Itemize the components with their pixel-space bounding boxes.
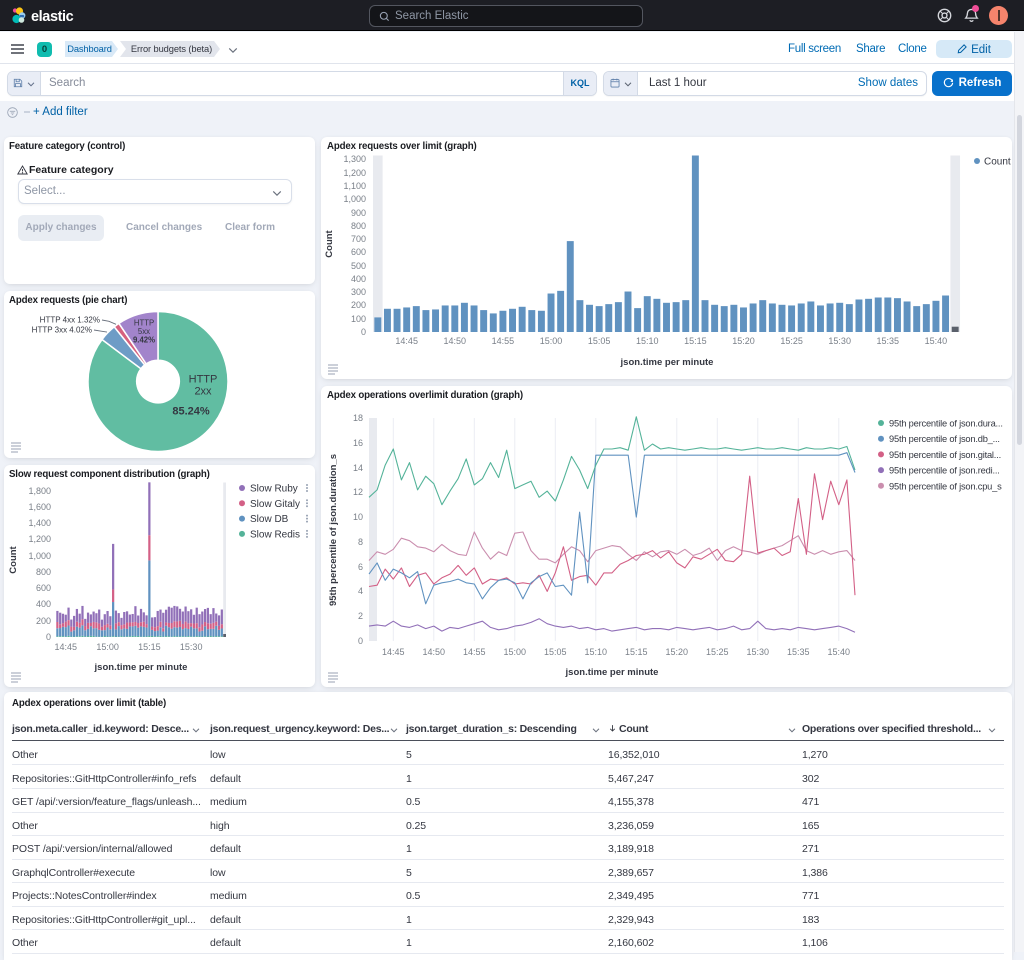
svg-text:200: 200 (36, 616, 51, 626)
svg-text:14:55: 14:55 (463, 647, 486, 657)
svg-text:95th percentile of json.durati: 95th percentile of json.duration_s (328, 454, 339, 606)
svg-text:300: 300 (351, 287, 366, 297)
svg-text:15:25: 15:25 (780, 336, 803, 346)
svg-text:100: 100 (351, 314, 366, 324)
svg-text:Count: Count (324, 229, 335, 257)
svg-text:json.time per minute: json.time per minute (565, 667, 659, 678)
svg-text:2: 2 (358, 611, 363, 621)
svg-text:15:40: 15:40 (828, 647, 851, 657)
svg-text:json.time per minute: json.time per minute (94, 662, 188, 673)
svg-text:85.24%: 85.24% (172, 406, 210, 418)
svg-text:14:45: 14:45 (395, 336, 418, 346)
svg-text:15:30: 15:30 (747, 647, 770, 657)
svg-text:15:20: 15:20 (666, 647, 689, 657)
svg-text:800: 800 (351, 221, 366, 231)
svg-text:15:35: 15:35 (877, 336, 900, 346)
svg-text:Count: Count (8, 545, 19, 573)
svg-text:15:15: 15:15 (684, 336, 707, 346)
svg-text:15:25: 15:25 (706, 647, 729, 657)
svg-text:400: 400 (351, 274, 366, 284)
svg-text:15:15: 15:15 (625, 647, 648, 657)
svg-text:Slow Ruby: Slow Ruby (250, 484, 298, 495)
svg-text:1,000: 1,000 (28, 551, 51, 561)
svg-text:15:30: 15:30 (180, 642, 203, 652)
svg-text:1,600: 1,600 (28, 502, 51, 512)
svg-text:1,400: 1,400 (28, 518, 51, 528)
svg-text:15:05: 15:05 (588, 336, 611, 346)
svg-text:95th percentile of json.cpu_s: 95th percentile of json.cpu_s (889, 481, 1002, 491)
svg-text:14:50: 14:50 (444, 336, 467, 346)
svg-text:14: 14 (353, 463, 363, 473)
svg-text:900: 900 (351, 208, 366, 218)
svg-text:8: 8 (358, 537, 363, 547)
svg-text:Slow DB: Slow DB (250, 514, 289, 525)
svg-text:14:45: 14:45 (382, 647, 405, 657)
svg-text:HTTP: HTTP (189, 374, 218, 386)
svg-text:HTTP 4xx 1.32%: HTTP 4xx 1.32% (40, 316, 100, 325)
svg-text:14:50: 14:50 (423, 647, 446, 657)
svg-text:1,800: 1,800 (28, 486, 51, 496)
svg-text:15:05: 15:05 (544, 647, 567, 657)
svg-text:15:20: 15:20 (732, 336, 755, 346)
svg-text:600: 600 (36, 583, 51, 593)
svg-text:95th percentile of json.redi..: 95th percentile of json.redi... (889, 466, 1000, 476)
svg-text:Count: Count (984, 157, 1011, 168)
svg-text:HTTP 3xx 4.02%: HTTP 3xx 4.02% (32, 326, 92, 335)
svg-text:15:00: 15:00 (540, 336, 563, 346)
svg-text:6: 6 (358, 562, 363, 572)
svg-text:95th percentile of json.gital.: 95th percentile of json.gital... (889, 450, 1001, 460)
svg-text:95th percentile of json.dura..: 95th percentile of json.dura... (889, 419, 1003, 429)
svg-text:14:45: 14:45 (55, 642, 78, 652)
svg-text:15:15: 15:15 (138, 642, 161, 652)
svg-text:9.42%: 9.42% (133, 336, 155, 345)
svg-text:400: 400 (36, 599, 51, 609)
svg-text:0: 0 (361, 327, 366, 337)
svg-text:0: 0 (46, 632, 51, 642)
svg-text:Slow Redis: Slow Redis (250, 529, 300, 540)
svg-text:16: 16 (353, 438, 363, 448)
svg-text:500: 500 (351, 261, 366, 271)
svg-text:15:00: 15:00 (504, 647, 527, 657)
svg-text:700: 700 (351, 234, 366, 244)
svg-text:1,200: 1,200 (28, 534, 51, 544)
svg-text:10: 10 (353, 512, 363, 522)
svg-text:800: 800 (36, 567, 51, 577)
svg-text:15:00: 15:00 (96, 642, 119, 652)
svg-text:1,100: 1,100 (343, 181, 366, 191)
svg-text:15:40: 15:40 (925, 336, 948, 346)
svg-text:95th percentile of json.db_...: 95th percentile of json.db_... (889, 434, 1000, 444)
svg-text:2xx: 2xx (194, 386, 212, 398)
svg-text:15:30: 15:30 (828, 336, 851, 346)
svg-text:1,300: 1,300 (343, 154, 366, 164)
svg-text:12: 12 (353, 487, 363, 497)
svg-text:600: 600 (351, 247, 366, 257)
svg-text:1,000: 1,000 (343, 194, 366, 204)
svg-text:15:35: 15:35 (787, 647, 810, 657)
svg-text:Slow Gitaly: Slow Gitaly (250, 499, 300, 510)
svg-text:200: 200 (351, 300, 366, 310)
svg-text:15:10: 15:10 (636, 336, 659, 346)
svg-text:0: 0 (358, 636, 363, 646)
svg-text:15:10: 15:10 (585, 647, 608, 657)
svg-text:4: 4 (358, 586, 363, 596)
svg-text:1,200: 1,200 (343, 168, 366, 178)
svg-text:json.time per minute: json.time per minute (620, 357, 714, 368)
svg-text:14:55: 14:55 (492, 336, 515, 346)
svg-text:18: 18 (353, 413, 363, 423)
